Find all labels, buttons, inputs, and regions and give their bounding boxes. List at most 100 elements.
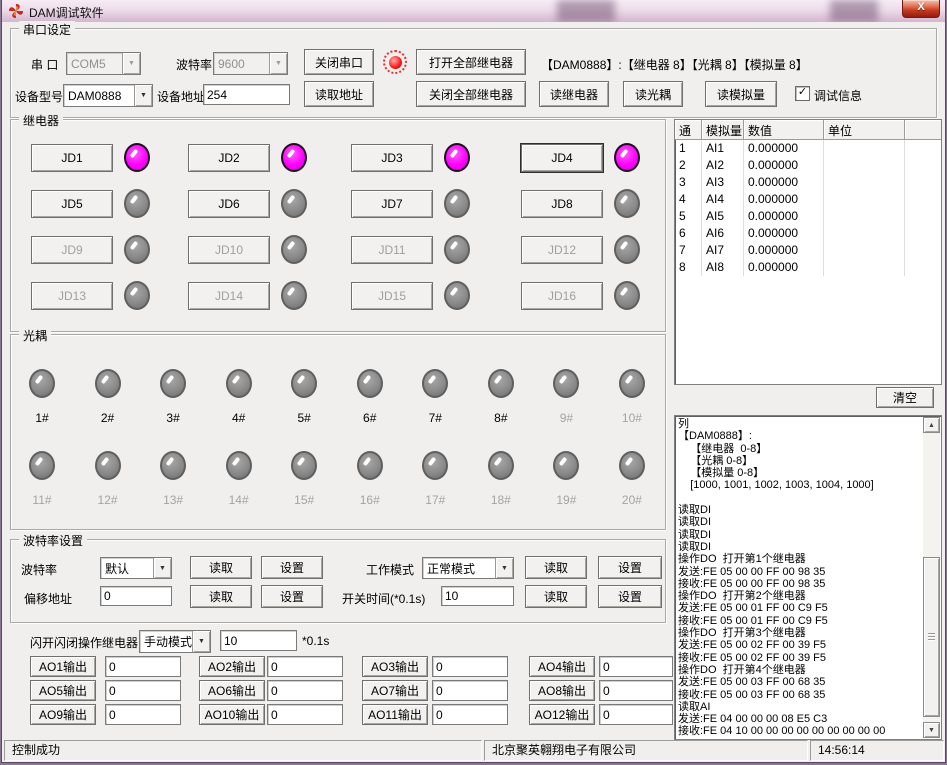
read-relays-button[interactable]: 读继电器 <box>539 81 609 107</box>
relay-indicator-jd5 <box>124 189 150 218</box>
table-row[interactable]: 1AI10.000000 <box>675 140 941 157</box>
opto-indicator-19 <box>553 451 579 480</box>
ao7-output-button[interactable]: AO7输出 <box>362 680 428 701</box>
ao5-output-button[interactable]: AO5输出 <box>30 680 96 701</box>
ao12-value-input[interactable] <box>599 704 673 725</box>
ao10-value-input[interactable] <box>267 704 343 725</box>
opto-cell: 4# <box>222 369 256 425</box>
ao6-value-input[interactable] <box>267 680 343 701</box>
relay-button-jd2[interactable]: JD2 <box>188 144 270 172</box>
opto-group: 光耦 1# 2# 3# 4# 5# 6# 7# 8# 9# 10# 11# 12… <box>10 334 666 530</box>
ao11-output-button[interactable]: AO11输出 <box>362 704 428 725</box>
table-row[interactable]: 2AI20.000000 <box>675 157 941 174</box>
relay-button-jd3[interactable]: JD3 <box>351 144 433 172</box>
ao4-output-button[interactable]: AO4输出 <box>529 656 595 677</box>
chevron-down-icon[interactable]: ▼ <box>153 558 171 578</box>
baudrate-read-button[interactable]: 读取 <box>190 556 252 579</box>
ao6-output-button[interactable]: AO6输出 <box>199 680 265 701</box>
offset-read-button[interactable]: 读取 <box>190 585 252 608</box>
chevron-down-icon[interactable]: ▼ <box>134 85 152 106</box>
table-row[interactable]: 7AI70.000000 <box>675 242 941 259</box>
relay-indicator-jd4 <box>614 143 640 172</box>
close-serial-button[interactable]: 关闭串口 <box>304 49 374 75</box>
ao1-value-input[interactable] <box>105 656 181 677</box>
read-opto-button[interactable]: 读光耦 <box>623 81 683 107</box>
cell-value: 0.000000 <box>744 208 824 225</box>
relay-button-jd8[interactable]: JD8 <box>521 190 603 218</box>
table-row[interactable]: 6AI60.000000 <box>675 225 941 242</box>
ao3-value-input[interactable] <box>432 656 508 677</box>
device-model-label: 设备型号 <box>15 88 63 105</box>
switch-time-input[interactable] <box>441 586 514 606</box>
opto-indicator-15 <box>291 451 317 480</box>
clear-log-button[interactable]: 清空 <box>876 387 934 408</box>
relay-button-jd1[interactable]: JD1 <box>31 144 113 172</box>
relay-indicator-jd1 <box>124 143 150 172</box>
table-row[interactable]: 4AI40.000000 <box>675 191 941 208</box>
scroll-up-icon[interactable]: ▲ <box>923 417 940 433</box>
offset-address-input[interactable] <box>100 586 172 606</box>
cell-unit <box>824 191 905 208</box>
app-logo-icon <box>8 3 24 19</box>
analog-table-header: 通 模拟量 数值 单位 <box>675 120 941 140</box>
close-button[interactable]: X <box>902 0 940 18</box>
close-all-relays-button[interactable]: 关闭全部继电器 <box>416 81 526 107</box>
table-row[interactable]: 8AI80.000000 <box>675 259 941 276</box>
opto-cell: 17# <box>418 451 452 507</box>
opto-cell: 2# <box>91 369 125 425</box>
ao4-value-input[interactable] <box>599 656 673 677</box>
switch-time-read-button[interactable]: 读取 <box>525 585 587 608</box>
read-analog-button[interactable]: 读模拟量 <box>705 81 777 107</box>
relay-button-jd6[interactable]: JD6 <box>188 190 270 218</box>
device-address-input[interactable] <box>203 84 290 105</box>
ao8-value-input[interactable] <box>599 680 673 701</box>
workmode-read-button[interactable]: 读取 <box>525 556 587 579</box>
col-header-extra[interactable] <box>905 120 941 140</box>
col-header-value[interactable]: 数值 <box>744 120 824 140</box>
ao3-output-button[interactable]: AO3输出 <box>362 656 428 677</box>
switch-time-set-button[interactable]: 设置 <box>598 585 662 608</box>
title-bar[interactable]: DAM调试软件 X <box>2 0 945 23</box>
scrollbar-thumb[interactable] <box>923 557 940 717</box>
ao10-output-button[interactable]: AO10输出 <box>199 704 265 725</box>
ao8-output-button[interactable]: AO8输出 <box>529 680 595 701</box>
log-scrollbar[interactable]: ▲ ▼ <box>923 417 940 738</box>
relay-button-jd5[interactable]: JD5 <box>31 190 113 218</box>
debug-info-checkbox[interactable]: ✓ <box>795 86 810 101</box>
ao9-value-input[interactable] <box>105 704 181 725</box>
table-row[interactable]: 5AI50.000000 <box>675 208 941 225</box>
col-header-analog[interactable]: 模拟量 <box>702 120 744 140</box>
cell-channel: 4 <box>675 191 702 208</box>
log-panel[interactable]: 列 【DAM0888】: 【继电器 0-8】 【光耦 0-8】 【模拟量 0-8… <box>674 415 942 740</box>
read-address-button[interactable]: 读取地址 <box>304 81 374 107</box>
workmode-value: 正常模式 <box>423 560 495 577</box>
ao2-output-button[interactable]: AO2输出 <box>199 656 265 677</box>
ao9-output-button[interactable]: AO9输出 <box>30 704 96 725</box>
chevron-down-icon[interactable]: ▼ <box>192 631 210 652</box>
col-header-channel[interactable]: 通 <box>675 120 702 140</box>
ao1-output-button[interactable]: AO1输出 <box>30 656 96 677</box>
offset-set-button[interactable]: 设置 <box>261 585 323 608</box>
ao7-value-input[interactable] <box>432 680 508 701</box>
flash-time-input[interactable] <box>220 630 297 651</box>
ao5-value-input[interactable] <box>105 680 181 701</box>
opto-label: 17# <box>425 493 445 507</box>
open-all-relays-button[interactable]: 打开全部继电器 <box>416 49 526 75</box>
flash-mode-select[interactable]: 手动模式 ▼ <box>139 630 211 653</box>
workmode-set-button[interactable]: 设置 <box>598 556 662 579</box>
table-row[interactable]: 3AI30.000000 <box>675 174 941 191</box>
workmode-select[interactable]: 正常模式 ▼ <box>422 557 514 579</box>
opto-indicator-6 <box>357 369 383 398</box>
col-header-unit[interactable]: 单位 <box>824 120 905 140</box>
baudrate-set-button[interactable]: 设置 <box>261 556 323 579</box>
scroll-down-icon[interactable]: ▼ <box>923 722 940 738</box>
chevron-down-icon[interactable]: ▼ <box>495 558 513 578</box>
relay-button-jd4[interactable]: JD4 <box>521 144 603 172</box>
ao11-value-input[interactable] <box>432 704 508 725</box>
relay-button-jd7[interactable]: JD7 <box>351 190 433 218</box>
baudrate-select[interactable]: 默认 ▼ <box>100 557 172 579</box>
opto-label: 13# <box>163 493 183 507</box>
device-model-select[interactable]: DAM0888 ▼ <box>63 84 153 107</box>
ao2-value-input[interactable] <box>267 656 343 677</box>
ao12-output-button[interactable]: AO12输出 <box>529 704 595 725</box>
